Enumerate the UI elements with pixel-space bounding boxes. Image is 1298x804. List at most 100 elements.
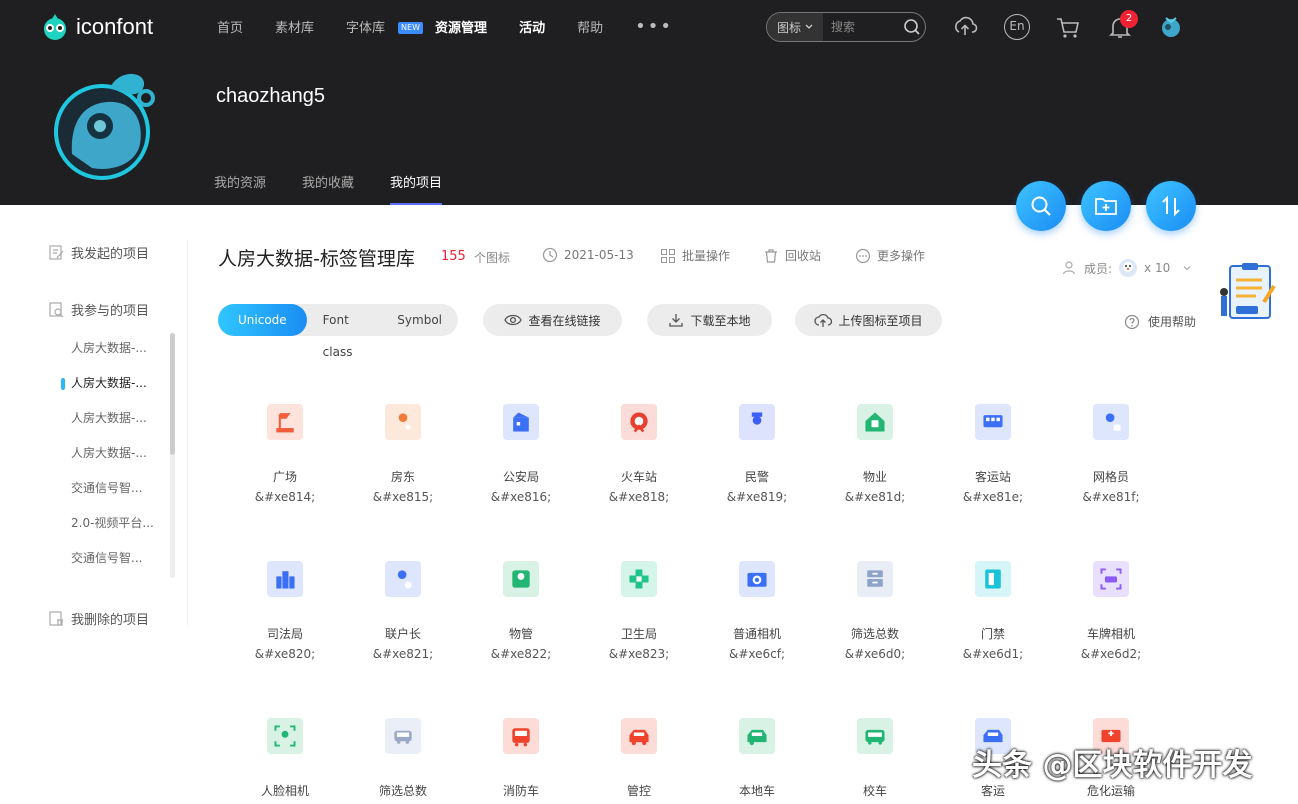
icon-card[interactable]: 火车站 &#xe818; — [580, 404, 698, 504]
sidebar-item-project-6[interactable]: 2.0-视频平台... — [48, 506, 187, 541]
more-operations-label: 更多操作 — [877, 249, 926, 263]
icon-card[interactable]: 本地车 — [698, 718, 816, 804]
icon-code: &#xe815; — [372, 490, 434, 504]
search-scope-select[interactable]: 图标 — [767, 13, 823, 41]
format-font-class[interactable]: Font class — [307, 304, 382, 359]
sidebar-item-project-3[interactable]: 人房大数据-... — [48, 401, 187, 436]
icon-card[interactable]: 车牌相机 &#xe6d2; — [1052, 561, 1170, 661]
sidebar-group-joined[interactable]: 我参与的项目 — [48, 297, 187, 321]
recycle-bin-button[interactable]: 回收站 — [763, 247, 821, 264]
icon-glyph — [1093, 404, 1129, 440]
icon-name: 车牌相机 — [1086, 627, 1135, 641]
sidebar-item-project-1[interactable]: 人房大数据-... — [48, 331, 187, 366]
sidebar-item-project-7[interactable]: 交通信号智... — [48, 541, 187, 576]
question-circle-icon — [1124, 314, 1140, 329]
icon-card[interactable]: 广场 &#xe814; — [226, 404, 344, 504]
icon-glyph — [1093, 561, 1129, 597]
nav-help[interactable]: 帮助 — [577, 20, 603, 38]
icon-code: &#xe820; — [254, 647, 316, 661]
icon-card[interactable]: 客运站 &#xe81e; — [934, 404, 1052, 504]
icon-code: &#xe822; — [490, 647, 552, 661]
tab-my-favorites[interactable]: 我的收藏 — [302, 172, 354, 205]
download-icon — [669, 314, 684, 327]
sidebar-item-project-4[interactable]: 人房大数据-... — [48, 436, 187, 471]
tab-my-resources[interactable]: 我的资源 — [214, 172, 266, 205]
new-folder-fab-button[interactable] — [1081, 181, 1131, 231]
icon-name: 客运 — [980, 784, 1005, 798]
download-local-label: 下载至本地 — [690, 313, 751, 328]
sidebar-item-project-5[interactable]: 交通信号智... — [48, 471, 187, 506]
cart-icon[interactable] — [1055, 14, 1081, 40]
logo[interactable]: iconfont — [40, 12, 153, 42]
search-fab-button[interactable] — [1016, 181, 1066, 231]
clock-icon — [542, 247, 558, 263]
icon-name: 筛选总数 — [850, 627, 899, 641]
icon-card[interactable]: 筛选总数 — [344, 718, 462, 804]
icon-card[interactable]: 校车 — [816, 718, 934, 804]
icon-card[interactable]: 物管 &#xe822; — [462, 561, 580, 661]
sort-fab-button[interactable] — [1146, 181, 1196, 231]
more-operations-button[interactable]: 更多操作 — [855, 247, 925, 264]
nav-resource-management[interactable]: 资源管理 — [435, 20, 487, 38]
tab-my-projects[interactable]: 我的项目 — [390, 172, 443, 205]
icon-card[interactable]: 消防车 — [462, 718, 580, 804]
usage-help-link[interactable]: 使用帮助 — [1124, 313, 1196, 330]
icon-name: 物管 — [508, 627, 533, 641]
icon-card[interactable]: 卫生局 &#xe823; — [580, 561, 698, 661]
edit-icon — [49, 244, 64, 260]
icon-code: &#xe81e; — [962, 490, 1024, 504]
sidebar-scrollbar[interactable] — [170, 333, 175, 578]
batch-operation-button[interactable]: 批量操作 — [660, 247, 730, 264]
member-avatar — [1119, 259, 1138, 277]
nav-fonts[interactable]: 字体库 NEW — [346, 20, 423, 38]
sidebar-group-created[interactable]: 我发起的项目 — [48, 240, 187, 264]
members-dropdown[interactable]: 成员: x 10 — [1062, 258, 1192, 278]
icon-glyph-shape — [1100, 568, 1122, 590]
icon-card[interactable]: 筛选总数 &#xe6d0; — [816, 561, 934, 661]
upload-icons-button[interactable]: 上传图标至项目 — [795, 304, 942, 336]
chevron-down-icon — [805, 24, 813, 29]
icon-card[interactable]: 普通相机 &#xe6cf; — [698, 561, 816, 661]
icon-glyph-shape — [398, 413, 411, 430]
format-unicode[interactable]: Unicode — [218, 304, 307, 336]
nav-more[interactable]: ••• — [635, 18, 673, 38]
user-avatar-icon[interactable] — [1158, 14, 1184, 40]
icon-name: 人脸相机 — [260, 784, 309, 798]
icon-card[interactable]: 门禁 &#xe6d1; — [934, 561, 1052, 661]
icon-card[interactable]: 管控 — [580, 718, 698, 804]
icon-card[interactable]: 民警 &#xe819; — [698, 404, 816, 504]
icon-card[interactable]: 房东 &#xe815; — [344, 404, 462, 504]
icon-card[interactable]: 人脸相机 — [226, 718, 344, 804]
nav-home[interactable]: 首页 — [217, 20, 243, 38]
icon-glyph — [621, 718, 657, 754]
sidebar-scroll-thumb[interactable] — [170, 333, 175, 455]
sidebar-group-deleted[interactable]: 我删除的项目 — [48, 606, 187, 630]
format-symbol[interactable]: Symbol — [381, 304, 458, 336]
nav-activities[interactable]: 活动 — [519, 20, 545, 38]
icon-glyph-shape — [629, 729, 649, 746]
cloud-upload-icon — [814, 313, 833, 327]
icon-name: 消防车 — [502, 784, 539, 798]
icon-card[interactable]: 网格员 &#xe81f; — [1052, 404, 1170, 504]
icon-name: 危化运输 — [1086, 784, 1135, 798]
icon-card[interactable]: 联户长 &#xe821; — [344, 561, 462, 661]
sidebar-item-project-2[interactable]: 人房大数据-... — [48, 366, 187, 401]
icon-card[interactable]: 司法局 &#xe820; — [226, 561, 344, 661]
icon-glyph-shape — [630, 412, 648, 433]
upload-icon[interactable] — [952, 14, 978, 40]
search-icon[interactable] — [903, 18, 921, 36]
icon-name: 校车 — [862, 784, 887, 798]
icon-glyph-shape — [394, 730, 412, 744]
icon-name: 火车站 — [620, 470, 657, 484]
folder-plus-icon — [1095, 198, 1117, 215]
download-local-button[interactable]: 下载至本地 — [647, 304, 772, 336]
icon-name: 卫生局 — [620, 627, 657, 641]
nav-materials[interactable]: 素材库 — [275, 20, 314, 38]
project-icon-count-label: 个图标 — [474, 251, 511, 265]
view-online-link-button[interactable]: 查看在线链接 — [483, 304, 622, 336]
icon-card[interactable]: 公安局 &#xe816; — [462, 404, 580, 504]
language-en-icon[interactable]: En — [1004, 14, 1030, 40]
search-input[interactable] — [831, 20, 901, 34]
profile-tabs: 我的资源 我的收藏 我的项目 — [214, 172, 478, 205]
icon-card[interactable]: 物业 &#xe81d; — [816, 404, 934, 504]
